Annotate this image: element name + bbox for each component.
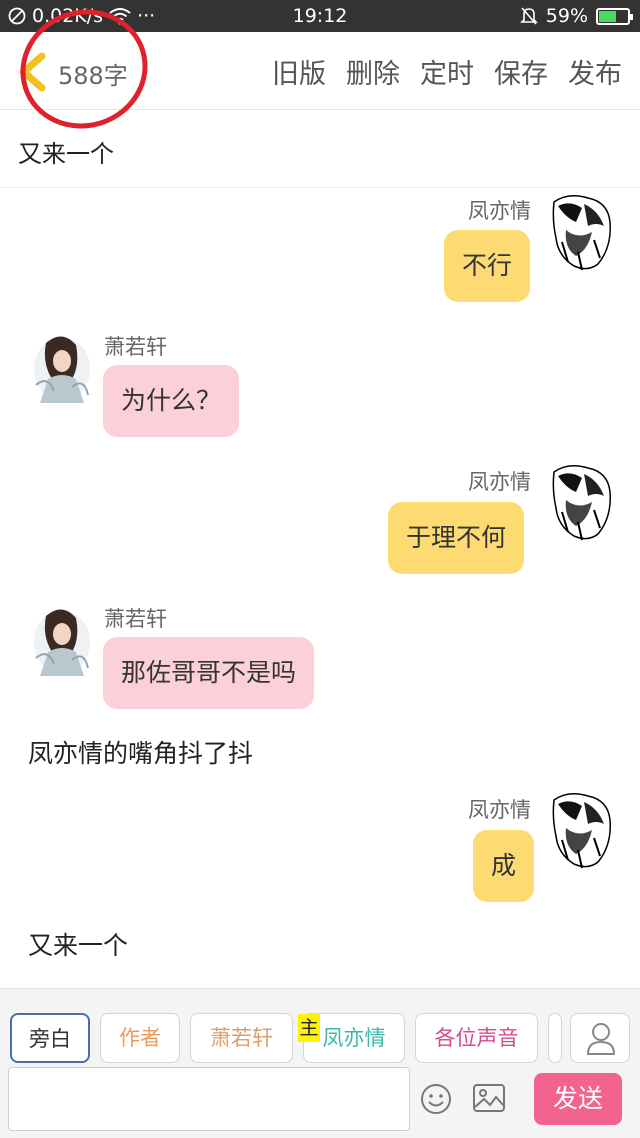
send-button[interactable]: 发送	[534, 1073, 622, 1125]
chat-bubble[interactable]: 不行	[444, 230, 531, 302]
chapter-title: 又来一个	[18, 140, 114, 168]
old-version-button[interactable]: 旧版	[272, 52, 326, 91]
speaker-name: 萧若轩	[104, 607, 167, 631]
narration-text[interactable]: 又来一个	[28, 926, 128, 962]
battery-percent: 59%	[545, 5, 588, 27]
speaker-name: 凤亦情	[468, 199, 531, 223]
clock: 19:12	[292, 5, 348, 27]
avatar-feng[interactable]	[548, 462, 612, 542]
narration-text[interactable]: 凤亦情的嘴角抖了抖	[28, 734, 253, 770]
speaker-name: 凤亦情	[468, 470, 531, 494]
speaker-name: 凤亦情	[468, 798, 531, 822]
battery-icon	[596, 7, 633, 25]
role-input-panel: 旁白 作者 萧若轩 凤亦情 各位声音 发送	[0, 988, 640, 1138]
chat-bubble[interactable]: 为什么？	[103, 365, 240, 437]
delete-button[interactable]: 删除	[346, 52, 400, 91]
role-chip-voices[interactable]: 各位声音	[415, 1013, 538, 1063]
avatar-feng[interactable]	[548, 192, 612, 272]
chat-bubble[interactable]: 那佐哥哥不是吗	[103, 637, 315, 709]
emoji-icon[interactable]	[420, 1083, 452, 1115]
image-icon[interactable]	[472, 1083, 506, 1113]
avatar-feng[interactable]	[548, 790, 612, 870]
mute-bell-icon	[519, 7, 538, 25]
role-chip-overflow[interactable]	[548, 1013, 562, 1063]
avatar-xiao[interactable]	[28, 598, 92, 678]
save-button[interactable]: 保存	[494, 52, 548, 91]
role-chip-author[interactable]: 作者	[100, 1013, 180, 1063]
protagonist-badge: 主	[298, 1014, 320, 1042]
chat-bubble[interactable]: 于理不何	[388, 502, 525, 574]
publish-button[interactable]: 发布	[568, 52, 622, 91]
avatar-xiao[interactable]	[28, 325, 92, 405]
role-chip-xiao[interactable]: 萧若轩	[190, 1013, 293, 1063]
chapter-title-bar[interactable]: 又来一个	[0, 110, 640, 188]
add-role-button[interactable]	[570, 1013, 630, 1063]
speaker-name: 萧若轩	[104, 335, 167, 359]
schedule-button[interactable]: 定时	[420, 52, 474, 91]
chat-bubble[interactable]: 成	[473, 830, 535, 902]
role-chip-narrator[interactable]: 旁白	[10, 1013, 90, 1063]
message-input[interactable]	[8, 1067, 410, 1131]
user-icon	[586, 1023, 616, 1055]
